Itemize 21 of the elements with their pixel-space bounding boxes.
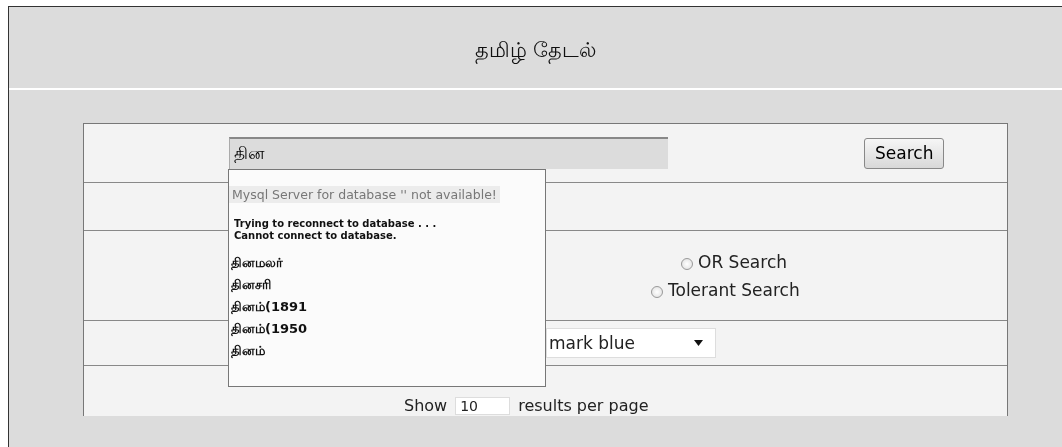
search-button[interactable]: Search bbox=[864, 137, 945, 169]
caret-icon bbox=[694, 340, 703, 346]
search-field[interactable]: தின bbox=[229, 137, 668, 169]
page-title: தமிழ் தேடல் bbox=[474, 37, 597, 65]
radio-button[interactable] bbox=[681, 258, 693, 270]
option-label: Tolerant Search bbox=[668, 279, 800, 300]
radio-button[interactable] bbox=[651, 286, 663, 298]
search-input[interactable]: தின bbox=[230, 144, 668, 164]
suggestion-item[interactable]: தினமலர் bbox=[231, 252, 545, 274]
show-label: Show bbox=[404, 396, 448, 415]
status-message: Trying to reconnect to database . . . bbox=[234, 218, 438, 230]
status-message: Cannot connect to database. bbox=[234, 230, 398, 242]
option-label: OR Search bbox=[698, 251, 787, 272]
error-message: Mysql Server for database '' not available! bbox=[229, 186, 500, 203]
suggestion-item[interactable]: தினம்(1891 bbox=[231, 296, 545, 318]
suggestion-item[interactable]: தினம் bbox=[231, 340, 545, 362]
suggestion-item[interactable]: தினசரி bbox=[231, 274, 545, 296]
results-count-field[interactable]: 10 bbox=[455, 397, 511, 415]
suggestion-item[interactable]: தினம்(1950 bbox=[231, 318, 545, 340]
results-per-page-label: results per page bbox=[518, 396, 649, 415]
highlight-select[interactable]: mark blue bbox=[546, 328, 716, 358]
